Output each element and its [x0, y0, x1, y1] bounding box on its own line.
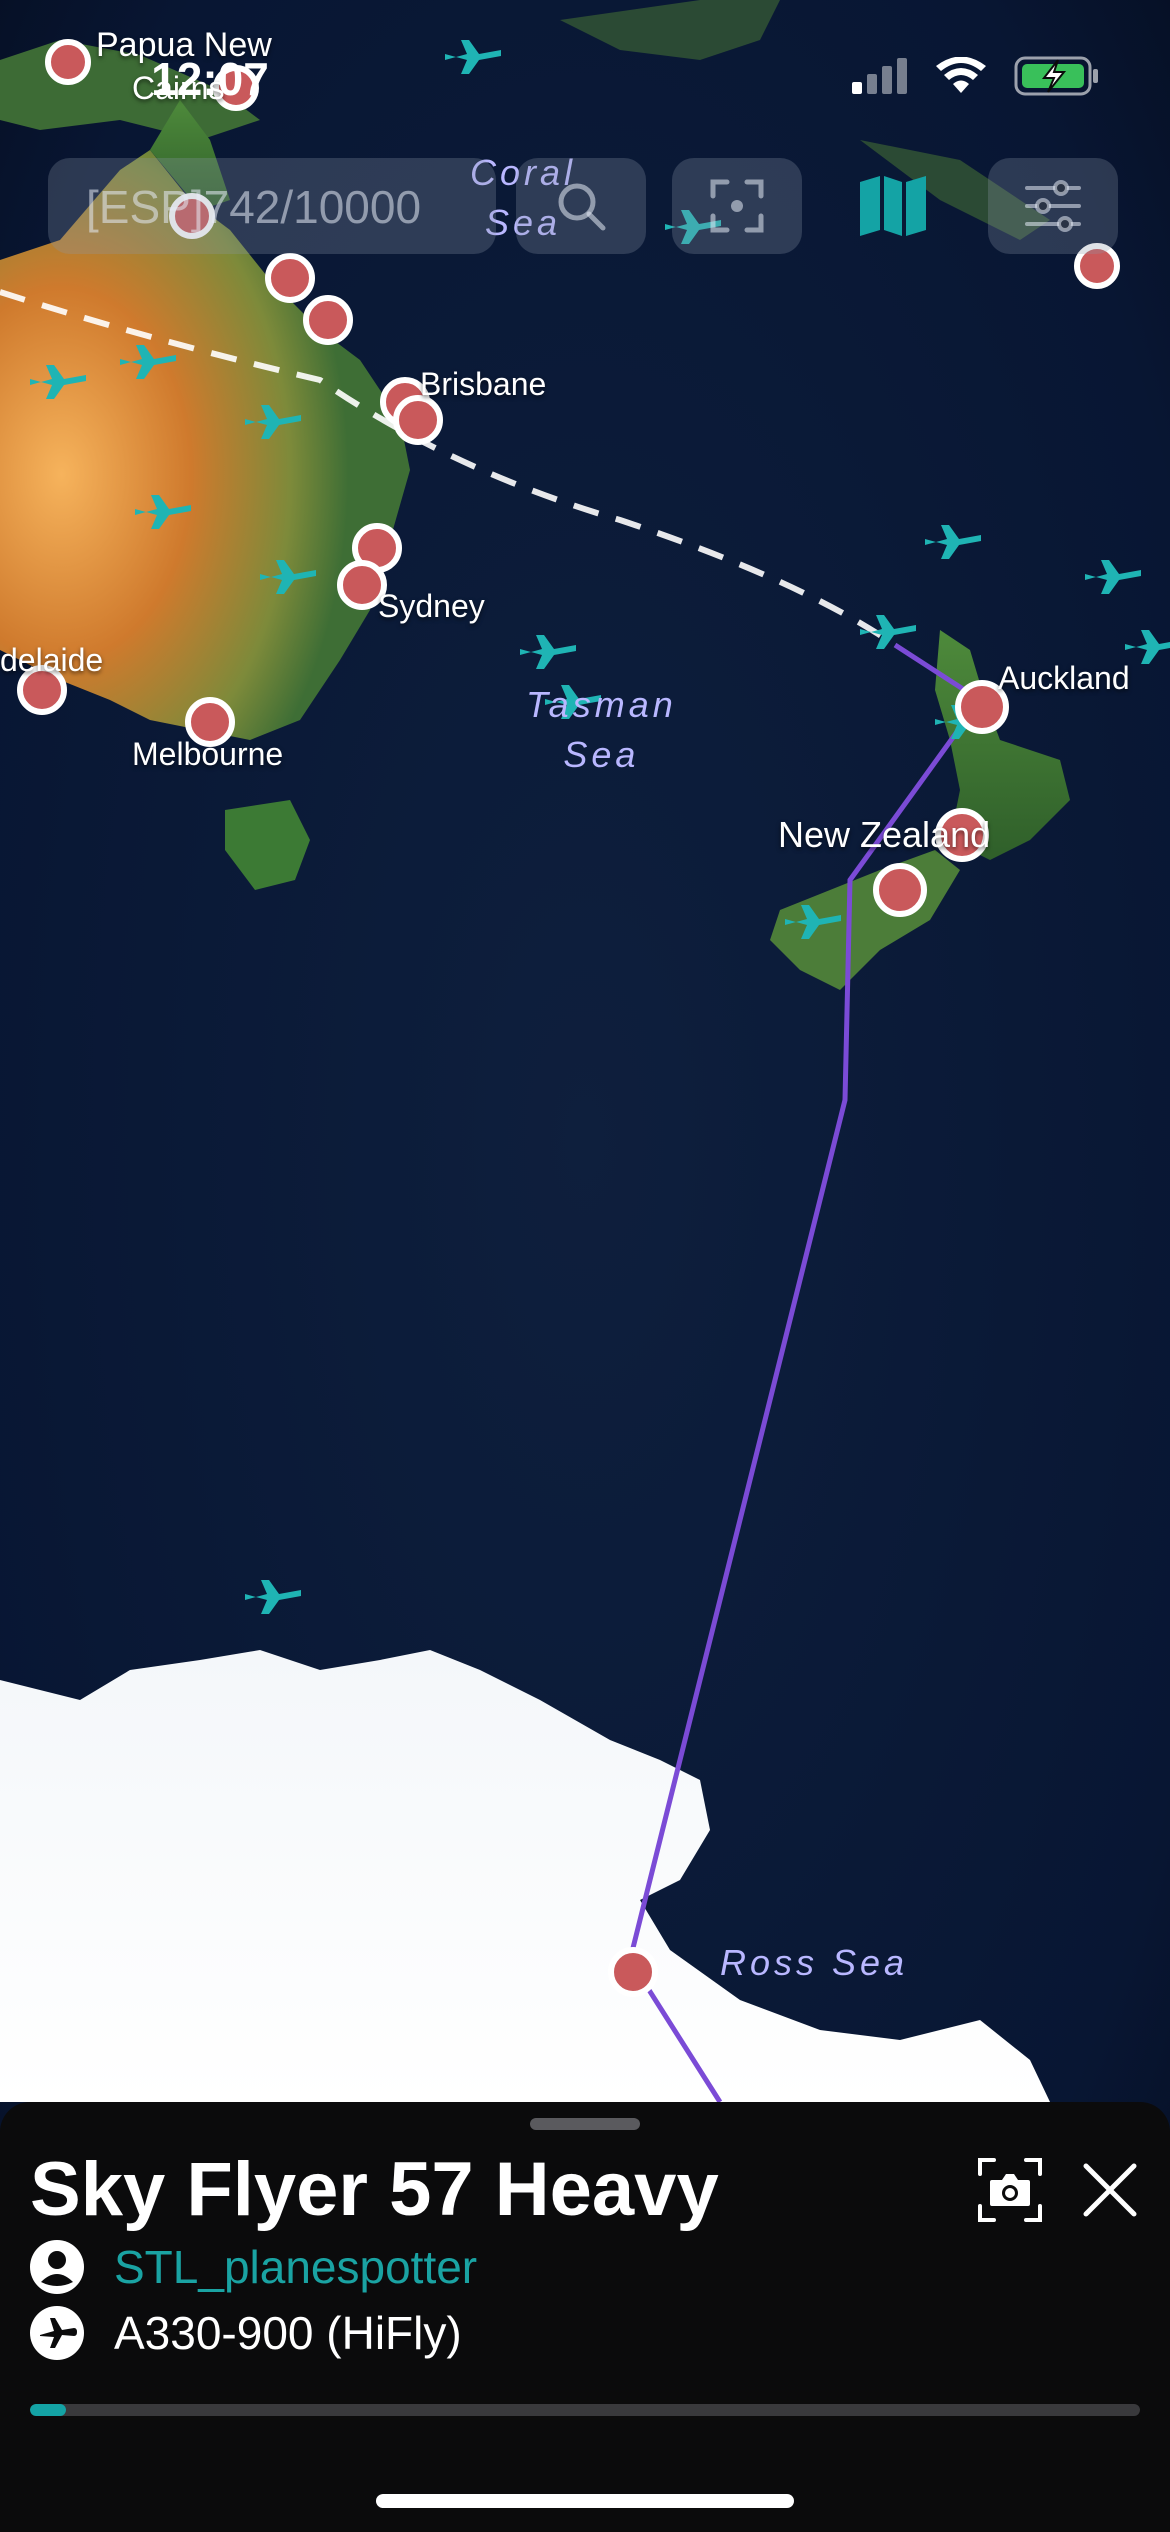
aircraft-row: A330-900 (HiFly) — [30, 2306, 462, 2360]
flight-detail-sheet: Sky Flyer 57 Heavy STL_planespotter A330… — [0, 2102, 1170, 2532]
filter-sliders-icon — [1025, 180, 1081, 232]
search-input[interactable] — [84, 176, 488, 238]
airport-marker[interactable] — [608, 1947, 658, 1997]
label-adelaide: delaide — [0, 642, 104, 678]
status-icons — [852, 56, 1100, 96]
airplane-icon — [30, 2306, 84, 2360]
map-icon — [860, 176, 926, 236]
label-brisbane: Brisbane — [420, 366, 547, 402]
label-auckland: Auckland — [998, 660, 1130, 696]
sheet-grabber[interactable] — [530, 2118, 640, 2130]
label-sydney: Sydney — [378, 588, 485, 624]
search-icon — [558, 183, 606, 231]
status-time: 12:07 — [151, 53, 269, 105]
focus-frame-icon — [710, 179, 764, 233]
label-new-zealand: New Zealand — [778, 814, 991, 855]
airport-marker[interactable] — [265, 253, 315, 303]
map-style-button[interactable] — [828, 158, 958, 254]
search-button[interactable] — [516, 158, 646, 254]
airport-marker[interactable] — [393, 395, 443, 445]
cellular-signal-icon — [852, 58, 907, 94]
label-tasman-sea: Tasman Sea — [526, 684, 677, 775]
spotter-link[interactable]: STL_planespotter — [114, 2240, 477, 2294]
flight-progress-track — [30, 2404, 1140, 2416]
flight-progress-fill — [30, 2404, 66, 2416]
focus-button[interactable] — [672, 158, 802, 254]
spotter-row[interactable]: STL_planespotter — [30, 2240, 477, 2294]
label-ross-sea: Ross Sea — [720, 1942, 909, 1983]
aircraft-type: A330-900 (HiFly) — [114, 2307, 462, 2359]
home-indicator[interactable] — [376, 2494, 794, 2508]
map-toolbar — [48, 158, 1122, 254]
label-melbourne: Melbourne — [132, 736, 284, 772]
camera-icon — [978, 2158, 1042, 2222]
close-icon — [1083, 2163, 1137, 2217]
battery-charging-icon — [1014, 56, 1098, 96]
close-button[interactable] — [1076, 2156, 1144, 2224]
user-icon — [30, 2240, 84, 2294]
flight-callsign: Sky Flyer 57 Heavy — [30, 2147, 719, 2232]
flight-search-field[interactable] — [48, 158, 496, 254]
filter-button[interactable] — [988, 158, 1118, 254]
camera-button[interactable] — [976, 2156, 1044, 2224]
airport-marker[interactable] — [303, 295, 353, 345]
wifi-icon — [936, 57, 986, 93]
status-bar: 12:07 — [0, 0, 1170, 150]
airport-marker[interactable] — [873, 863, 927, 917]
